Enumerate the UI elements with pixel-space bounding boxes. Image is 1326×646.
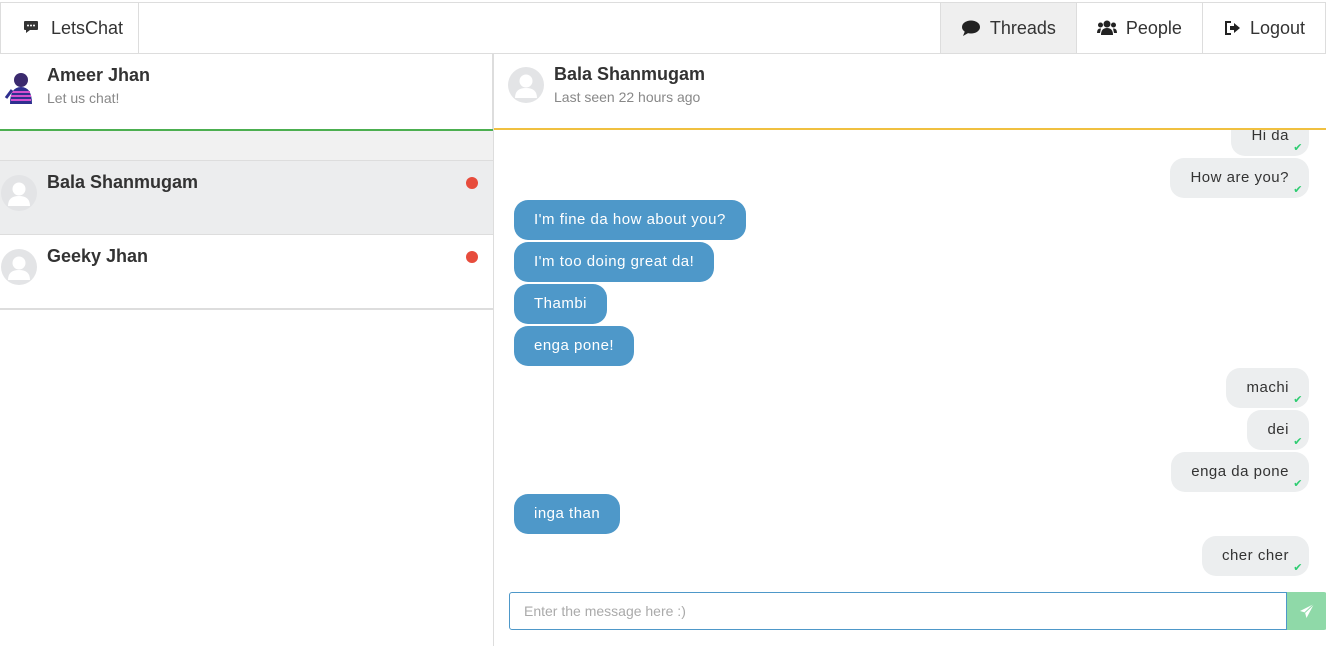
message-outgoing: How are you? ✔ bbox=[1170, 158, 1309, 198]
message-text: I'm too doing great da! bbox=[534, 253, 695, 270]
conversation-header: Bala Shanmugam Last seen 22 hours ago bbox=[494, 54, 1326, 130]
nav-logout[interactable]: Logout bbox=[1201, 3, 1325, 53]
message-outgoing: machi ✔ bbox=[1226, 368, 1309, 408]
thread-item-geeky-jhan[interactable]: Geeky Jhan bbox=[0, 235, 493, 309]
message-incoming: Thambi bbox=[514, 284, 608, 324]
nav-threads[interactable]: Threads bbox=[939, 3, 1076, 53]
contact-name: Bala Shanmugam bbox=[554, 64, 706, 84]
read-check-icon: ✔ bbox=[1293, 478, 1303, 490]
message-incoming: I'm fine da how about you? bbox=[514, 200, 746, 240]
users-icon bbox=[1096, 20, 1117, 35]
unread-indicator bbox=[466, 251, 478, 263]
thread-avatar bbox=[1, 249, 37, 285]
message-text: enga pone! bbox=[534, 337, 615, 354]
message-incoming: enga pone! bbox=[514, 326, 635, 366]
message-outgoing: Hi da ✔ bbox=[1231, 130, 1309, 156]
message-text: I'm fine da how about you? bbox=[534, 211, 726, 228]
message-outgoing: dei ✔ bbox=[1247, 410, 1309, 450]
brand-label: LetsChat bbox=[51, 17, 124, 38]
read-check-icon: ✔ bbox=[1293, 436, 1303, 448]
message-outgoing: cher cher ✔ bbox=[1201, 536, 1309, 576]
sign-out-icon bbox=[1224, 21, 1240, 35]
user-avatar bbox=[4, 70, 38, 106]
last-seen: Last seen 22 hours ago bbox=[554, 89, 701, 105]
message-text: enga da pone bbox=[1191, 463, 1289, 480]
message-incoming: I'm too doing great da! bbox=[514, 242, 715, 282]
read-check-icon: ✔ bbox=[1293, 184, 1303, 196]
brand-link[interactable]: LetsChat bbox=[1, 3, 139, 53]
message-text: cher cher bbox=[1221, 547, 1289, 564]
message-input[interactable] bbox=[509, 592, 1287, 630]
nav-threads-label: Threads bbox=[989, 17, 1056, 38]
threads-panel: Ameer Jhan Let us chat! Bala Shanmugam G… bbox=[0, 54, 493, 310]
message-list[interactable]: Hi da ✔ How are you? ✔ I'm fine da how abo… bbox=[494, 130, 1326, 585]
current-user-status: Let us chat! bbox=[47, 90, 120, 106]
send-button[interactable] bbox=[1287, 592, 1326, 630]
current-user-name: Ameer Jhan bbox=[47, 65, 151, 85]
comment-icon bbox=[961, 20, 980, 36]
conversation-panel: Bala Shanmugam Last seen 22 hours ago Hi… bbox=[493, 54, 1326, 646]
message-outgoing: enga da pone ✔ bbox=[1171, 452, 1309, 492]
message-text: How are you? bbox=[1190, 169, 1289, 186]
message-incoming: inga than bbox=[514, 494, 621, 534]
nav-logout-label: Logout bbox=[1249, 17, 1305, 38]
thread-name: Geeky Jhan bbox=[47, 246, 149, 266]
paper-plane-icon bbox=[1300, 603, 1315, 618]
thread-avatar bbox=[1, 175, 37, 211]
thread-name: Bala Shanmugam bbox=[47, 172, 199, 192]
nav-people[interactable]: People bbox=[1075, 3, 1202, 53]
read-check-icon: ✔ bbox=[1293, 142, 1303, 154]
message-text: Thambi bbox=[534, 295, 588, 312]
contact-avatar bbox=[508, 67, 544, 103]
comments-icon bbox=[24, 21, 38, 33]
read-check-icon: ✔ bbox=[1293, 562, 1303, 574]
message-text: machi bbox=[1246, 379, 1289, 396]
thread-filter-strip bbox=[0, 131, 493, 161]
message-text: dei bbox=[1267, 421, 1289, 438]
unread-indicator bbox=[466, 177, 478, 189]
message-text: Hi da bbox=[1251, 130, 1289, 144]
current-user-card: Ameer Jhan Let us chat! bbox=[0, 54, 493, 131]
read-check-icon: ✔ bbox=[1293, 394, 1303, 406]
message-composer bbox=[509, 592, 1326, 630]
nav-people-label: People bbox=[1125, 17, 1182, 38]
thread-item-bala-shanmugam[interactable]: Bala Shanmugam bbox=[0, 161, 493, 235]
message-text: inga than bbox=[534, 505, 601, 522]
top-navbar: LetsChat Threads People Logout bbox=[0, 2, 1326, 54]
